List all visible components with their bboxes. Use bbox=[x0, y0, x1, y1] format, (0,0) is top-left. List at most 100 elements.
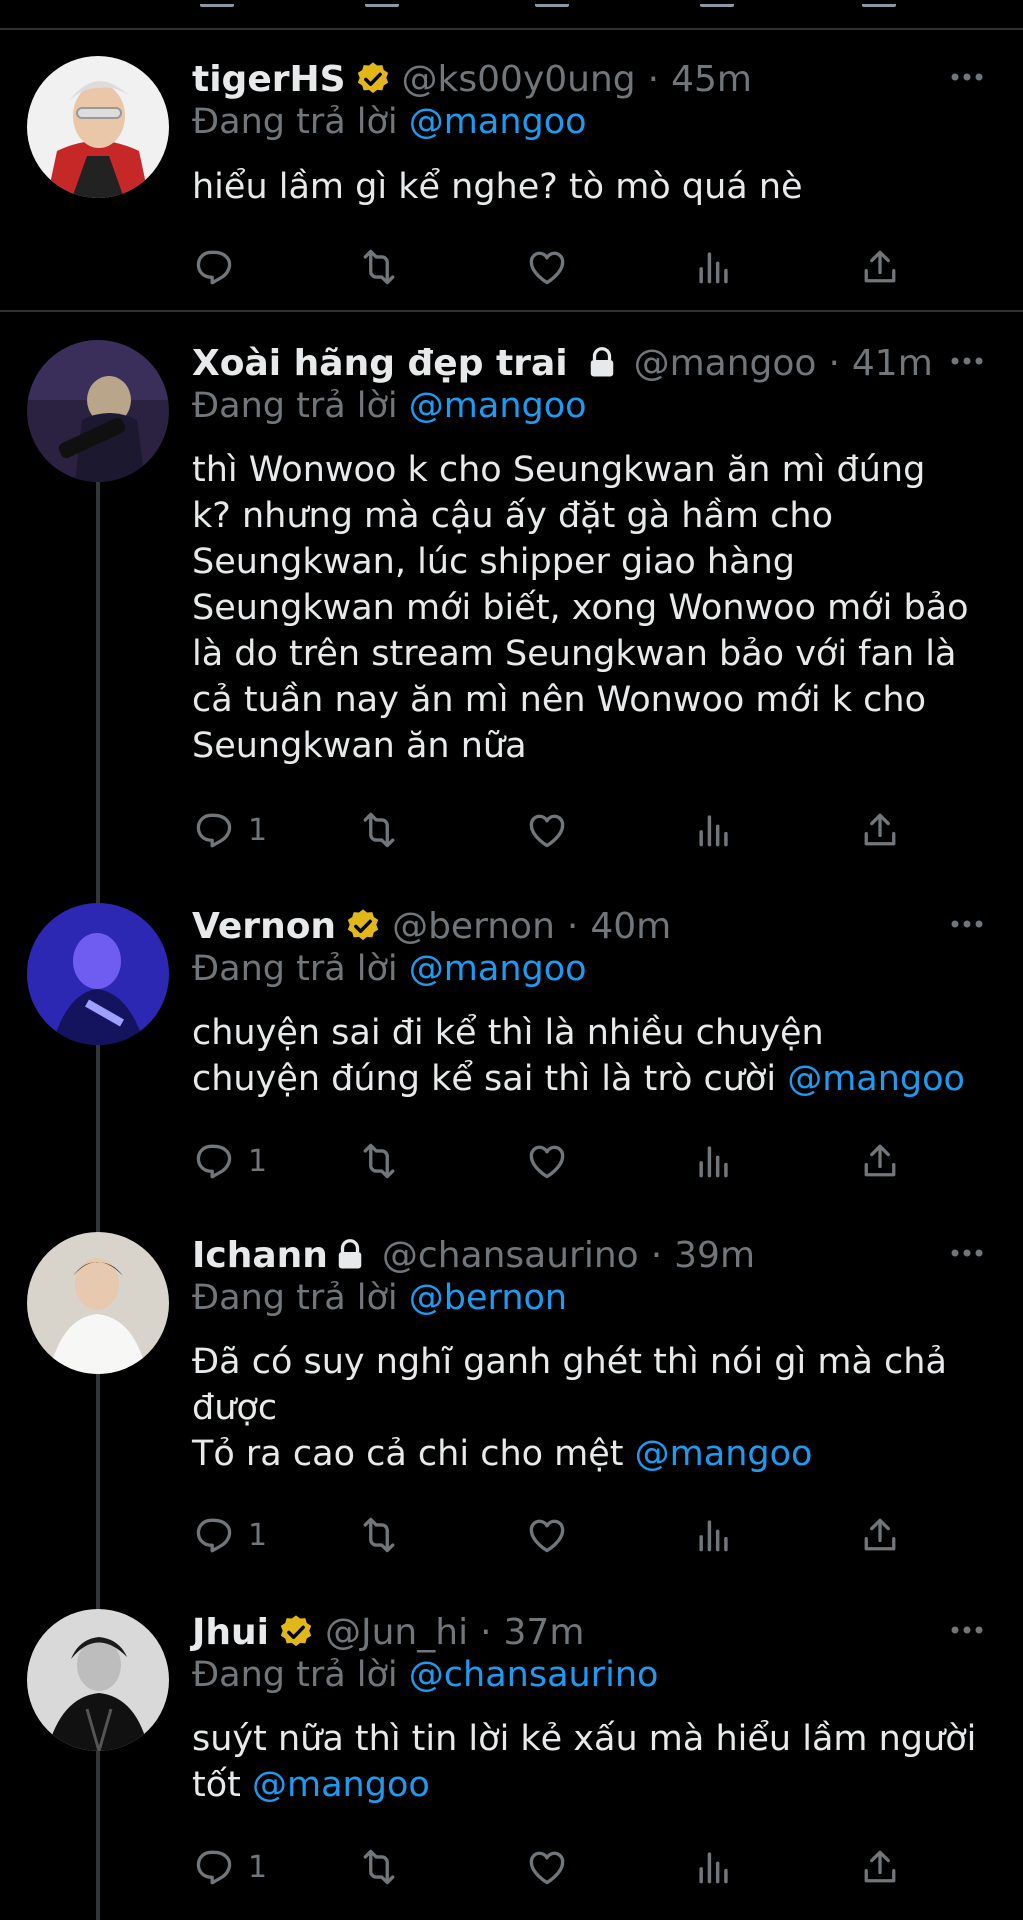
timestamp[interactable]: 41m bbox=[852, 343, 933, 384]
tweet-text-line: tốt @mangoo bbox=[192, 1762, 992, 1808]
tweet-text-line-content: chuyện đúng kể sai thì là trò cười bbox=[192, 1059, 777, 1099]
reply-to-mention[interactable]: @mangoo bbox=[409, 949, 587, 989]
reply-button[interactable] bbox=[192, 242, 248, 292]
retweet-button[interactable] bbox=[357, 1510, 401, 1560]
avatar[interactable] bbox=[27, 1232, 169, 1374]
handle[interactable]: @ks00y0ung bbox=[402, 59, 636, 100]
timestamp[interactable]: 39m bbox=[674, 1235, 755, 1276]
like-button[interactable] bbox=[525, 242, 569, 292]
reply-icon bbox=[196, 250, 232, 285]
reply-icon[interactable] bbox=[200, 0, 234, 7]
tweet-text-line: chuyện sai đi kể thì là nhiều chuyện bbox=[192, 1013, 824, 1053]
tweet-text: thì Wonwoo k cho Seungkwan ăn mì đúng k?… bbox=[192, 447, 992, 769]
views-button[interactable] bbox=[692, 242, 736, 292]
like-button[interactable] bbox=[525, 1136, 569, 1186]
share-button[interactable] bbox=[858, 1510, 902, 1560]
views-icon[interactable] bbox=[700, 0, 734, 7]
reply-prefix: Đang trả lời bbox=[192, 1278, 398, 1318]
reply-icon bbox=[196, 1850, 232, 1885]
views-button[interactable] bbox=[692, 1510, 736, 1560]
retweet-icon[interactable] bbox=[365, 0, 399, 7]
handle[interactable]: @Jun_hi bbox=[325, 1612, 468, 1653]
reply-button[interactable]: 1 bbox=[192, 1842, 267, 1892]
timestamp[interactable]: 45m bbox=[671, 59, 752, 100]
verified-badge-icon bbox=[357, 62, 388, 94]
reply-icon bbox=[196, 1518, 232, 1553]
more-icon[interactable] bbox=[947, 1615, 987, 1645]
reply-to-mention[interactable]: @mangoo bbox=[409, 102, 587, 142]
views-button[interactable] bbox=[692, 1136, 736, 1186]
tweet-text-line: suýt nữa thì tin lời kẻ xấu mà hiểu lầm … bbox=[192, 1719, 977, 1759]
more-icon[interactable] bbox=[947, 62, 987, 92]
action-bar: 1 bbox=[192, 1136, 912, 1186]
share-button[interactable] bbox=[858, 242, 902, 292]
reply-button[interactable]: 1 bbox=[192, 1510, 267, 1560]
more-icon[interactable] bbox=[947, 1238, 987, 1268]
retweet-button[interactable] bbox=[357, 242, 401, 292]
like-button[interactable] bbox=[525, 805, 569, 855]
display-name[interactable]: Xoài hãng đẹp trai bbox=[192, 343, 568, 384]
action-bar: 1 bbox=[192, 1510, 912, 1560]
more-icon[interactable] bbox=[947, 909, 987, 939]
separator-dot: · bbox=[828, 342, 840, 384]
avatar[interactable] bbox=[27, 903, 169, 1045]
like-button[interactable] bbox=[525, 1842, 569, 1892]
reply-count: 1 bbox=[248, 812, 268, 848]
retweet-button[interactable] bbox=[357, 805, 401, 855]
reply-to-mention[interactable]: @chansaurino bbox=[409, 1655, 659, 1695]
reply-context: Đang trả lời @mangoo bbox=[192, 386, 587, 426]
reply-count: 1 bbox=[248, 1143, 268, 1179]
share-button[interactable] bbox=[858, 1136, 902, 1186]
reply-context: Đang trả lời @bernon bbox=[192, 1278, 567, 1318]
display-name[interactable]: Vernon bbox=[192, 906, 336, 947]
tweet-header: Ichann @chansaurino · 39m bbox=[192, 1232, 755, 1278]
tweet-header: Jhui @Jun_hi · 37m bbox=[192, 1609, 584, 1655]
timestamp[interactable]: 37m bbox=[504, 1612, 585, 1653]
share-button[interactable] bbox=[858, 1842, 902, 1892]
handle[interactable]: @bernon bbox=[392, 906, 555, 947]
reply-button[interactable]: 1 bbox=[192, 805, 267, 855]
display-name[interactable]: Ichann bbox=[192, 1235, 328, 1276]
tweet-text-line: hiểu lầm gì kể nghe? tò mò quá nè bbox=[192, 167, 803, 207]
reply-button[interactable]: 1 bbox=[192, 1136, 267, 1186]
display-name[interactable]: Jhui bbox=[192, 1612, 269, 1653]
views-button[interactable] bbox=[692, 1842, 736, 1892]
tweet-text-line-content: tốt bbox=[192, 1765, 241, 1805]
handle[interactable]: @mangoo bbox=[634, 343, 817, 384]
retweet-button[interactable] bbox=[357, 1136, 401, 1186]
like-icon bbox=[529, 1851, 565, 1885]
retweet-icon bbox=[363, 812, 395, 848]
reply-to-mention[interactable]: @bernon bbox=[409, 1278, 567, 1318]
share-icon bbox=[864, 1518, 896, 1551]
avatar[interactable] bbox=[27, 340, 169, 482]
avatar[interactable] bbox=[27, 56, 169, 198]
views-icon bbox=[699, 1852, 728, 1884]
tweet-text-line: cả tuần nay ăn mì nên Wonwoo mới k cho bbox=[192, 680, 926, 720]
separator-dot: · bbox=[480, 1611, 492, 1653]
retweet-button[interactable] bbox=[357, 1842, 401, 1892]
mention-link[interactable]: @mangoo bbox=[787, 1059, 965, 1099]
mention-link[interactable]: @mangoo bbox=[252, 1765, 430, 1805]
like-icon[interactable] bbox=[535, 0, 569, 7]
retweet-icon bbox=[363, 1517, 395, 1553]
tweet-header: Vernon @bernon · 40m bbox=[192, 903, 671, 949]
reply-to-mention[interactable]: @mangoo bbox=[409, 386, 587, 426]
action-bar: 1 bbox=[192, 1842, 912, 1892]
share-button[interactable] bbox=[858, 805, 902, 855]
avatar[interactable] bbox=[27, 1609, 169, 1751]
more-icon[interactable] bbox=[947, 346, 987, 376]
views-icon bbox=[699, 1146, 728, 1178]
views-button[interactable] bbox=[692, 805, 736, 855]
divider bbox=[0, 28, 1023, 30]
timestamp[interactable]: 40m bbox=[590, 906, 671, 947]
tweet-text-line: Tỏ ra cao cả chi cho mệt @mangoo bbox=[192, 1431, 992, 1477]
previous-tweet-actions bbox=[0, 0, 1023, 30]
retweet-icon bbox=[363, 1849, 395, 1885]
mention-link[interactable]: @mangoo bbox=[635, 1434, 813, 1474]
display-name[interactable]: tigerHS bbox=[192, 59, 346, 100]
like-icon bbox=[529, 251, 565, 285]
like-button[interactable] bbox=[525, 1510, 569, 1560]
share-icon[interactable] bbox=[862, 0, 896, 7]
share-icon bbox=[864, 1144, 896, 1177]
handle[interactable]: @chansaurino bbox=[382, 1235, 639, 1276]
